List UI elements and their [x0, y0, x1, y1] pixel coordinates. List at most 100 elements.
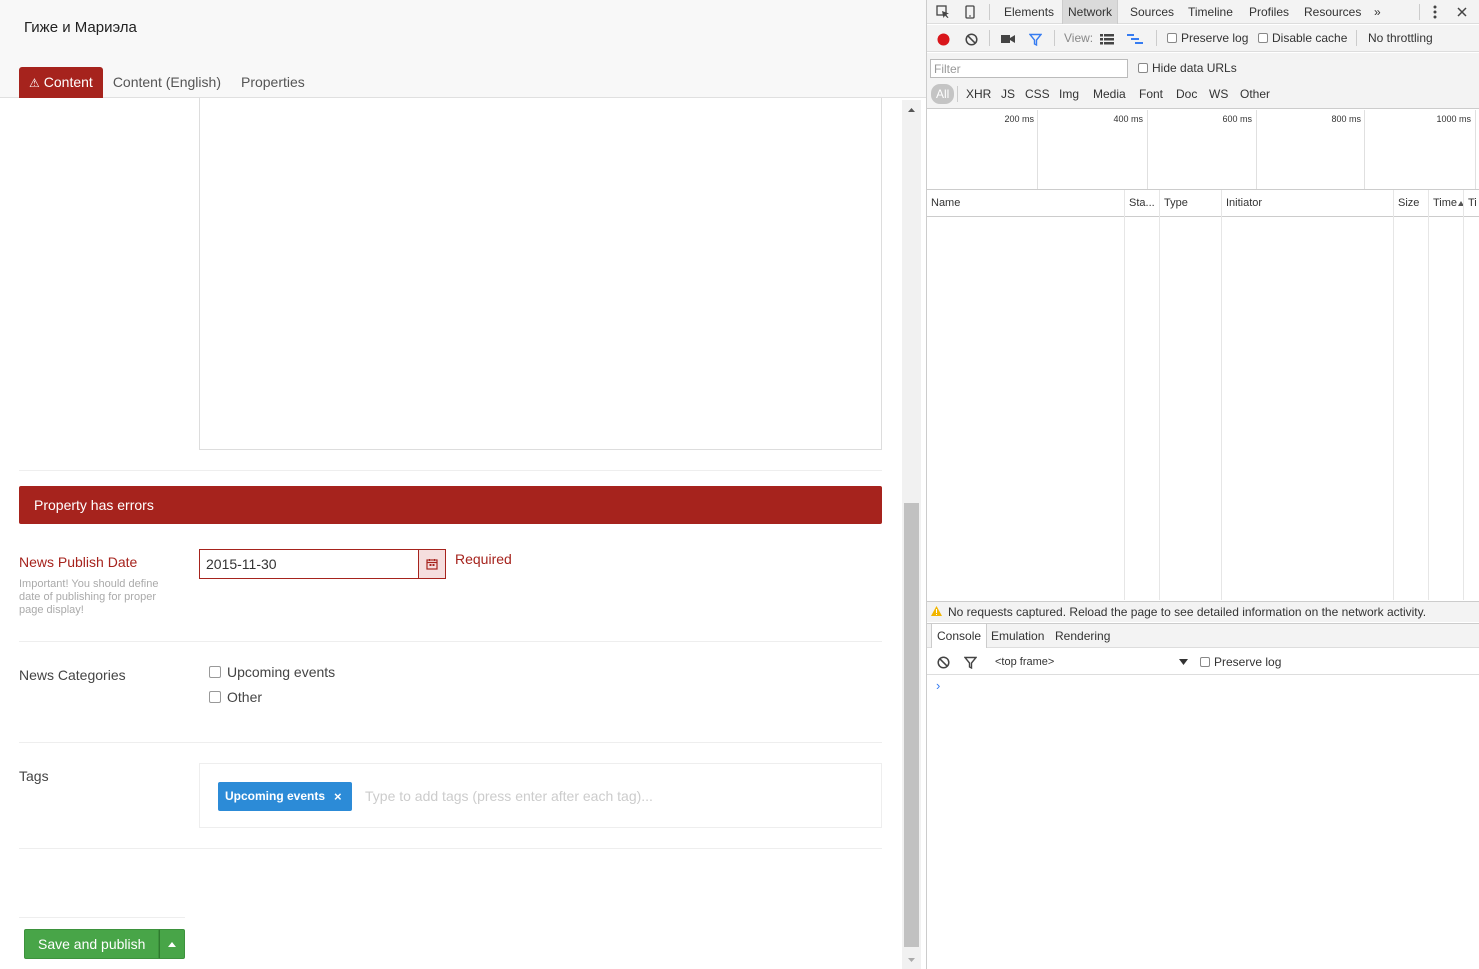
disable-cache-label: Disable cache	[1272, 31, 1348, 45]
divider	[957, 86, 958, 102]
disable-cache-toggle[interactable]: Disable cache	[1258, 25, 1347, 52]
chevron-down-icon[interactable]	[1177, 654, 1189, 670]
preserve-log-label: Preserve log	[1181, 31, 1249, 45]
news-categories-label: News Categories	[19, 667, 126, 683]
checkbox[interactable]	[1138, 63, 1148, 73]
category-label: Other	[227, 689, 263, 705]
filter-bar: Hide data URLs All XHR JS CSS Img Media …	[927, 53, 1479, 109]
tab-content[interactable]: ⚠ Content	[19, 67, 103, 98]
tags-editor: Upcoming events ×	[199, 763, 882, 828]
publish-date-description: Important! You should define date of pub…	[19, 578, 159, 616]
column-time[interactable]: Time	[1429, 190, 1465, 217]
checkbox[interactable]	[209, 691, 221, 703]
timeline-gridline	[1256, 110, 1257, 189]
close-icon[interactable]	[1454, 4, 1470, 20]
divider	[19, 848, 882, 849]
scroll-thumb[interactable]	[904, 503, 919, 947]
checkbox[interactable]	[1200, 657, 1210, 667]
screenshot-camera-icon[interactable]	[1000, 31, 1016, 47]
throttling-select[interactable]: No throttling	[1368, 25, 1433, 52]
category-option-other[interactable]: Other	[209, 689, 262, 705]
clear-icon[interactable]	[963, 31, 979, 47]
column-type[interactable]: Type	[1160, 190, 1188, 217]
column-status[interactable]: Sta...	[1125, 190, 1155, 217]
divider	[19, 641, 882, 642]
divider	[989, 4, 990, 20]
type-filter-other[interactable]: Other	[1237, 84, 1273, 104]
publish-date-input[interactable]	[199, 549, 418, 579]
tab-elements[interactable]: Elements	[999, 0, 1059, 24]
scroll-up-button[interactable]	[902, 100, 921, 120]
tab-resources[interactable]: Resources	[1299, 0, 1366, 24]
timeline-gridline	[1147, 110, 1148, 189]
tag-chip-label: Upcoming events	[225, 789, 326, 803]
preserve-log-toggle[interactable]: Preserve log	[1167, 25, 1248, 52]
tab-timeline[interactable]: Timeline	[1183, 0, 1238, 24]
caret-up-icon	[168, 941, 177, 947]
divider	[19, 742, 882, 743]
record-icon[interactable]	[935, 31, 951, 47]
filter-input[interactable]	[930, 59, 1128, 78]
column-initiator[interactable]: Initiator	[1222, 190, 1262, 217]
more-tabs-button[interactable]: »	[1369, 0, 1386, 24]
menu-dots-icon[interactable]	[1427, 4, 1443, 20]
save-and-publish-button[interactable]: Save and publish	[24, 929, 160, 959]
page-scrollbar[interactable]	[902, 100, 921, 969]
type-filter-img[interactable]: Img	[1056, 84, 1082, 104]
tab-rendering[interactable]: Rendering	[1050, 624, 1115, 648]
timeline-tick-label: 600 ms	[1222, 114, 1252, 124]
clear-console-icon[interactable]	[935, 654, 951, 670]
category-label: Upcoming events	[227, 664, 336, 680]
column-size[interactable]: Size	[1394, 190, 1419, 217]
remove-tag-icon[interactable]: ×	[334, 782, 342, 811]
type-filter-xhr[interactable]: XHR	[963, 84, 994, 104]
list-view-icon[interactable]	[1099, 31, 1115, 47]
divider	[19, 470, 882, 471]
checkbox[interactable]	[209, 666, 221, 678]
frame-select[interactable]: <top frame>	[995, 649, 1054, 675]
tab-sources[interactable]: Sources	[1125, 0, 1179, 24]
tab-content-label: Content	[43, 74, 93, 90]
error-banner: Property has errors	[19, 486, 882, 524]
checkbox[interactable]	[1258, 33, 1268, 43]
type-filter-js[interactable]: JS	[998, 84, 1018, 104]
tab-profiles[interactable]: Profiles	[1244, 0, 1294, 24]
content-tabs: ⚠ Content Content (English) Properties	[19, 67, 315, 98]
category-option-upcoming-events[interactable]: Upcoming events	[209, 664, 335, 680]
tab-console[interactable]: Console	[931, 624, 988, 648]
scroll-down-button[interactable]	[902, 951, 921, 969]
filter-icon[interactable]	[1027, 31, 1043, 47]
console-prompt[interactable]: ›	[936, 678, 940, 693]
tab-network[interactable]: Network	[1062, 0, 1119, 24]
console-preserve-log-toggle[interactable]: Preserve log	[1200, 649, 1281, 675]
rich-text-editor[interactable]	[199, 98, 882, 450]
console-filter-icon[interactable]	[962, 654, 978, 670]
type-filter-font[interactable]: Font	[1136, 84, 1166, 104]
timeline-gridline	[1037, 110, 1038, 189]
tag-chip: Upcoming events ×	[218, 782, 352, 811]
hide-data-urls-toggle[interactable]: Hide data URLs	[1138, 53, 1237, 84]
type-filter-css[interactable]: CSS	[1022, 84, 1053, 104]
column-name[interactable]: Name	[927, 190, 960, 217]
tab-properties[interactable]: Properties	[231, 67, 315, 98]
type-filter-ws[interactable]: WS	[1206, 84, 1231, 104]
inspect-element-icon[interactable]	[935, 4, 951, 20]
waterfall-view-icon[interactable]	[1127, 31, 1143, 47]
tab-emulation[interactable]: Emulation	[986, 624, 1049, 648]
type-filter-all[interactable]: All	[931, 84, 955, 104]
validation-message: Required	[455, 551, 512, 567]
divider	[1054, 30, 1055, 46]
publish-date-picker	[199, 549, 446, 579]
save-options-toggle[interactable]	[159, 929, 186, 959]
arrow-up-icon	[908, 108, 915, 112]
page-title[interactable]: Гиже и Мариэла	[24, 19, 137, 36]
calendar-button[interactable]	[418, 549, 446, 579]
device-mode-icon[interactable]	[962, 4, 978, 20]
tag-input[interactable]	[365, 786, 845, 806]
type-filter-media[interactable]: Media	[1090, 84, 1129, 104]
network-overview-timeline[interactable]: 200 ms 400 ms 600 ms 800 ms 1000 ms	[927, 110, 1479, 190]
column-timeline[interactable]: Ti	[1464, 190, 1477, 217]
checkbox[interactable]	[1167, 33, 1177, 43]
type-filter-doc[interactable]: Doc	[1173, 84, 1200, 104]
tab-content-english[interactable]: Content (English)	[103, 67, 231, 98]
